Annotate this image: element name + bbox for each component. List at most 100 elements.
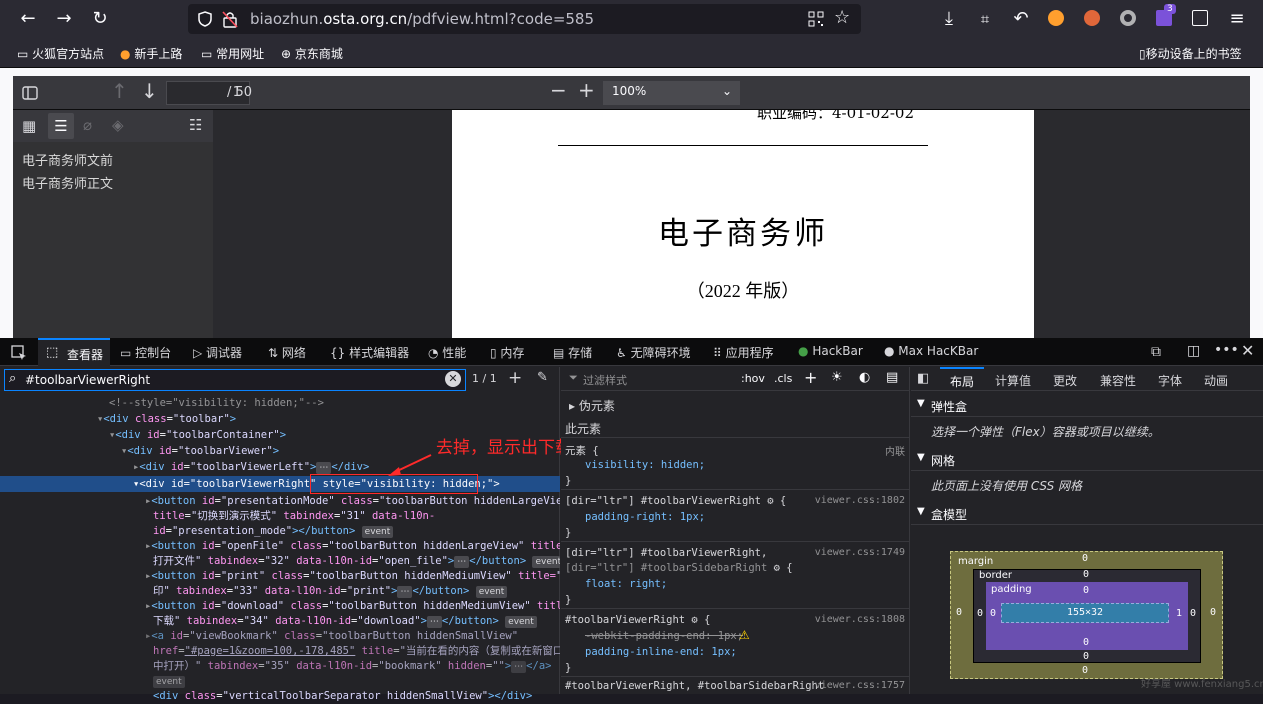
- rule-source[interactable]: viewer.css:1802: [815, 495, 905, 506]
- tab-storage[interactable]: ▤ 存储: [553, 344, 592, 361]
- reload-icon[interactable]: ↻: [87, 7, 113, 31]
- close-icon[interactable]: ✕: [1241, 341, 1254, 360]
- extension-icon[interactable]: [1120, 10, 1136, 26]
- tab-layout[interactable]: 布局: [940, 367, 984, 391]
- url-text[interactable]: biaozhun.osta.org.cn/pdfview.html?code=5…: [250, 10, 594, 28]
- doc-rule: [558, 145, 928, 146]
- tab-performance[interactable]: ◔ 性能: [428, 344, 466, 361]
- back-icon[interactable]: ←: [15, 7, 41, 31]
- markup-line[interactable]: ▾<div class="toolbar">: [0, 412, 560, 427]
- tab-network[interactable]: ⇅ 网络: [268, 344, 306, 361]
- flexbox-section-header[interactable]: ▼ 弹性盒: [911, 393, 1263, 417]
- doc-title: 电子商务师: [658, 216, 828, 252]
- url-bar[interactable]: biaozhun.osta.org.cn/pdfview.html?code=5…: [188, 4, 861, 34]
- tab-compatibility[interactable]: 兼容性: [1100, 372, 1136, 389]
- outline-options-icon[interactable]: ☷: [189, 116, 202, 134]
- rule-property[interactable]: visibility: hidden;: [585, 459, 705, 471]
- rule-source[interactable]: viewer.css:1749: [815, 547, 905, 558]
- markup-line[interactable]: ▸<button id="openFile" class="toolbarBut…: [0, 539, 560, 554]
- markup-line[interactable]: <div class="verticalToolbarSeparator hid…: [0, 689, 560, 704]
- sidebar-toggle-icon[interactable]: [22, 85, 38, 101]
- bookmark-item[interactable]: ⊕ 京东商城: [281, 45, 343, 62]
- rule-property[interactable]: -webkit-padding-end: 1px;: [585, 630, 743, 642]
- zoom-in-icon[interactable]: +: [578, 78, 595, 102]
- sidebar-toggle-icon[interactable]: ◧: [917, 371, 929, 386]
- boxmodel-content[interactable]: 155×32: [1001, 603, 1169, 623]
- tab-animations[interactable]: 动画: [1204, 372, 1228, 389]
- more-icon[interactable]: •••: [1214, 342, 1239, 358]
- tab-memory[interactable]: ▯ 内存: [490, 344, 524, 361]
- rule-property[interactable]: padding-inline-end: 1px;: [585, 646, 737, 658]
- boxmodel-margin[interactable]: margin 0 0 0 0 border 0 0 0 0 padding 0 …: [950, 551, 1223, 679]
- lock-warning-icon[interactable]: [222, 10, 238, 28]
- bookmark-item[interactable]: ▭ 常用网址: [201, 45, 264, 62]
- rule-property[interactable]: padding-right: 1px;: [585, 511, 705, 523]
- mobile-bookmarks[interactable]: ▯移动设备上的书签: [1139, 45, 1242, 62]
- tab-console[interactable]: ▭ 控制台: [120, 344, 171, 361]
- search-input[interactable]: #toolbarViewerRight: [25, 373, 150, 387]
- thumbnails-icon[interactable]: ▦: [22, 117, 36, 135]
- eyedropper-icon[interactable]: ✎: [537, 370, 548, 385]
- bookmark-item[interactable]: ▭ 火狐官方站点: [17, 45, 104, 62]
- ip-icon[interactable]: [1192, 10, 1208, 26]
- rule-source[interactable]: viewer.css:1757: [815, 680, 905, 691]
- prev-page-icon[interactable]: ↑: [111, 79, 128, 103]
- clear-search-icon[interactable]: ✕: [445, 371, 461, 387]
- zoom-out-icon[interactable]: −: [550, 78, 567, 102]
- cls-toggle[interactable]: .cls: [774, 372, 792, 385]
- markup-line[interactable]: ▸<a id="viewBookmark" class="toolbarButt…: [0, 629, 560, 644]
- responsive-icon[interactable]: ⧉: [1151, 344, 1161, 360]
- tab-max-hackbar[interactable]: ● Max HacKBar: [884, 344, 978, 358]
- shield-icon[interactable]: [196, 10, 214, 28]
- markup-line[interactable]: ▸<div id="toolbarViewerLeft"> ⋯ </div>: [0, 460, 560, 475]
- layers-icon[interactable]: ◈: [112, 116, 124, 134]
- boxmodel-section-header[interactable]: ▼ 盒模型: [911, 501, 1263, 525]
- hov-toggle[interactable]: :hov: [741, 372, 765, 385]
- tab-accessibility[interactable]: ♿ 无障碍环境: [616, 344, 691, 361]
- rule-source[interactable]: viewer.css:1808: [815, 614, 905, 625]
- menu-icon[interactable]: ≡: [1224, 7, 1250, 31]
- add-node-icon[interactable]: +: [508, 368, 522, 388]
- light-theme-icon[interactable]: ☀: [831, 370, 843, 385]
- zoom-select[interactable]: 100% ⌄: [603, 81, 740, 105]
- outline-icon[interactable]: ☰: [48, 113, 74, 139]
- star-icon[interactable]: ☆: [834, 7, 850, 28]
- crop-icon[interactable]: ⌗: [972, 7, 998, 31]
- outline-item[interactable]: 电子商务师正文: [22, 173, 113, 192]
- dark-theme-icon[interactable]: ◐: [859, 370, 870, 385]
- search-icon: ⌕: [9, 371, 17, 386]
- element-picker-icon[interactable]: [11, 345, 27, 361]
- tab-hackbar[interactable]: ● HackBar: [798, 344, 863, 358]
- tab-computed[interactable]: 计算值: [995, 372, 1031, 389]
- outline-item[interactable]: 电子商务师文前: [22, 150, 113, 169]
- markup-line[interactable]: <!--style="visibility: hidden;"-->: [0, 396, 560, 411]
- bookmark-item[interactable]: ● 新手上路: [120, 45, 182, 62]
- print-media-icon[interactable]: ▤: [886, 370, 898, 385]
- pseudo-elements-toggle[interactable]: ▸ 伪元素: [569, 397, 615, 414]
- boxmodel-border[interactable]: border 0 0 0 0 padding 0 0 0 1 155×32: [973, 569, 1201, 663]
- tab-fonts[interactable]: 字体: [1158, 372, 1182, 389]
- markup-line[interactable]: ▸<button id="presentationMode" class="to…: [0, 494, 560, 509]
- markup-line[interactable]: ▸<button id="print" class="toolbarButton…: [0, 569, 560, 584]
- undo-icon[interactable]: ↶: [1008, 7, 1034, 31]
- dock-icon[interactable]: ◫: [1187, 343, 1200, 359]
- rule-property[interactable]: float: right;: [585, 578, 667, 590]
- filter-styles-input[interactable]: 过滤样式: [583, 372, 627, 388]
- forward-icon[interactable]: →: [51, 7, 77, 31]
- grid-section-header[interactable]: ▼ 网格: [911, 447, 1263, 471]
- attachments-icon[interactable]: ⌀: [83, 116, 92, 134]
- tab-debugger[interactable]: ▷ 调试器: [193, 344, 242, 361]
- extension-icon[interactable]: [1084, 10, 1100, 26]
- download-icon[interactable]: ⤓: [936, 7, 962, 31]
- tab-application[interactable]: ⠿ 应用程序: [713, 344, 774, 361]
- boxmodel-padding[interactable]: padding 0 0 0 1 155×32: [986, 582, 1188, 650]
- add-rule-icon[interactable]: +: [804, 368, 817, 387]
- tab-changes[interactable]: 更改: [1053, 372, 1077, 389]
- tab-inspector[interactable]: ⬚ 查看器: [38, 338, 110, 366]
- markup-line[interactable]: ▸<button id="download" class="toolbarBut…: [0, 599, 560, 614]
- markup-search[interactable]: ⌕ #toolbarViewerRight ✕: [4, 369, 466, 391]
- tab-style-editor[interactable]: {} 样式编辑器: [330, 344, 409, 361]
- next-page-icon[interactable]: ↓: [141, 79, 158, 103]
- qr-code-icon[interactable]: [808, 11, 824, 27]
- extension-icon[interactable]: [1048, 10, 1064, 26]
